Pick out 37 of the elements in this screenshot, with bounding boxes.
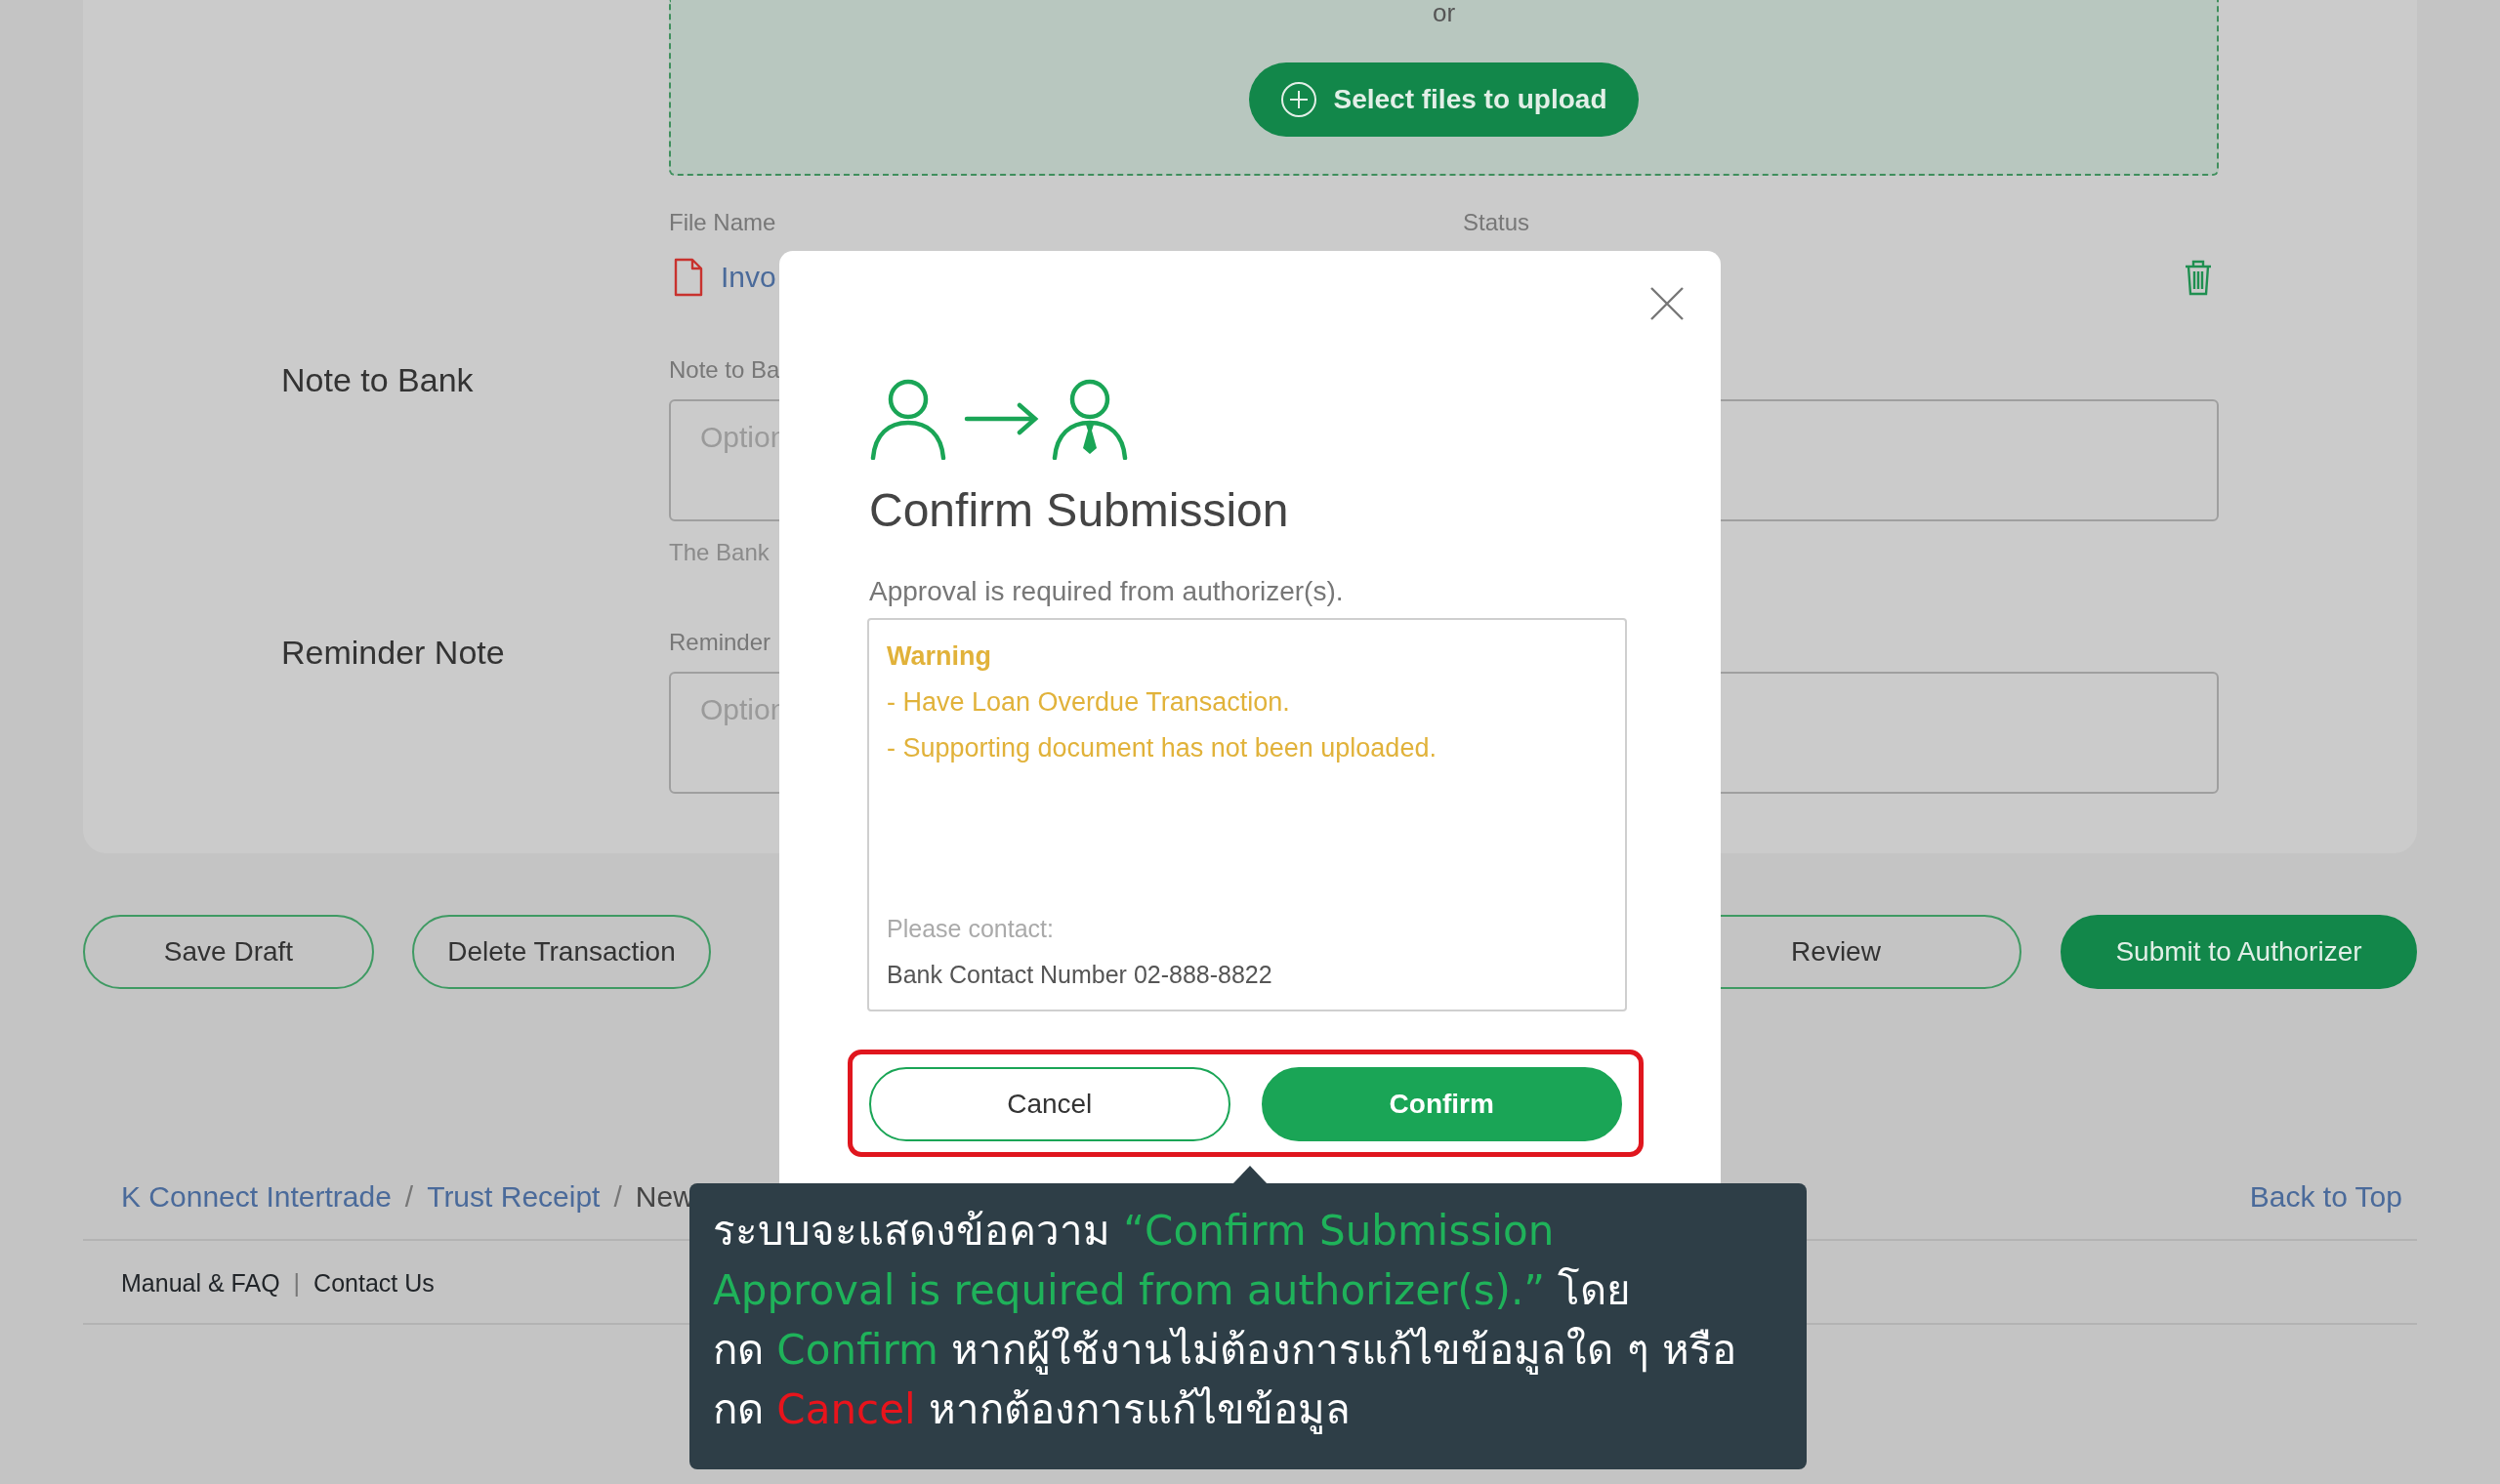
upload-button[interactable]: Select files to upload	[1249, 62, 1639, 137]
drop-zone[interactable]: or Select files to upload	[669, 0, 2219, 176]
help-text: The Bank	[669, 538, 771, 567]
footer-separator: |	[293, 1268, 301, 1298]
breadcrumb-link[interactable]: Trust Receipt	[427, 1177, 601, 1216]
action-button[interactable]: Submit to Authorizer	[2061, 915, 2417, 989]
cancel-button[interactable]: Cancel	[869, 1067, 1230, 1141]
warning-heading: Warning	[887, 640, 992, 673]
file-link[interactable]: Invo	[721, 255, 776, 299]
column-header: Status	[1463, 208, 1530, 237]
section-label: Note to Bank	[280, 360, 475, 400]
footer-link[interactable]: Contact Us	[313, 1266, 435, 1299]
contact-label: Please contact:	[887, 914, 1055, 944]
warning-text: - Have Loan Overdue Transaction.	[887, 686, 1291, 719]
plus-circle-icon	[1280, 81, 1318, 118]
confirm-button[interactable]: Confirm	[1261, 1067, 1622, 1141]
callout-text: ระบบจะแสดงข้อความ “Confirm Submission Approval is required from authorizer(s).” โดย กด Confirm หากผู้ใช้งานไม่ต้องการแก้ไขข้อมูลใด ๆ หรือ กด Cancel หากต้องการแก้ไขข้อมูล	[689, 1183, 1807, 1469]
contact-number: Bank Contact Number 02-888-8822	[887, 960, 1273, 990]
section-label: Reminder Note	[280, 633, 506, 673]
breadcrumb-link[interactable]: K Connect Intertrade	[121, 1177, 392, 1216]
field-label: Note to Ba	[669, 356, 780, 383]
trash-icon[interactable]	[2184, 258, 2213, 296]
breadcrumb-separator: /	[404, 1179, 414, 1215]
column-header: File Name	[669, 208, 777, 237]
document-icon	[674, 257, 703, 297]
dialog-title: Confirm Submission	[869, 483, 1290, 538]
breadcrumb-separator: /	[613, 1179, 622, 1215]
warning-text: - Supporting document has not been uploaded.	[887, 732, 1438, 764]
dialog-message: Approval is required from authorizer(s).	[869, 575, 1345, 608]
user-transfer-icon	[869, 378, 1129, 460]
field-label: Reminder	[669, 629, 771, 655]
action-button[interactable]: Delete Transaction	[412, 915, 711, 989]
action-button[interactable]: Save Draft	[83, 915, 374, 989]
close-button[interactable]	[1649, 286, 1685, 321]
separator-text: or	[1432, 0, 1456, 25]
back-to-top-link[interactable]: Back to Top	[2249, 1177, 2402, 1216]
footer-link[interactable]: Manual & FAQ	[121, 1266, 280, 1299]
